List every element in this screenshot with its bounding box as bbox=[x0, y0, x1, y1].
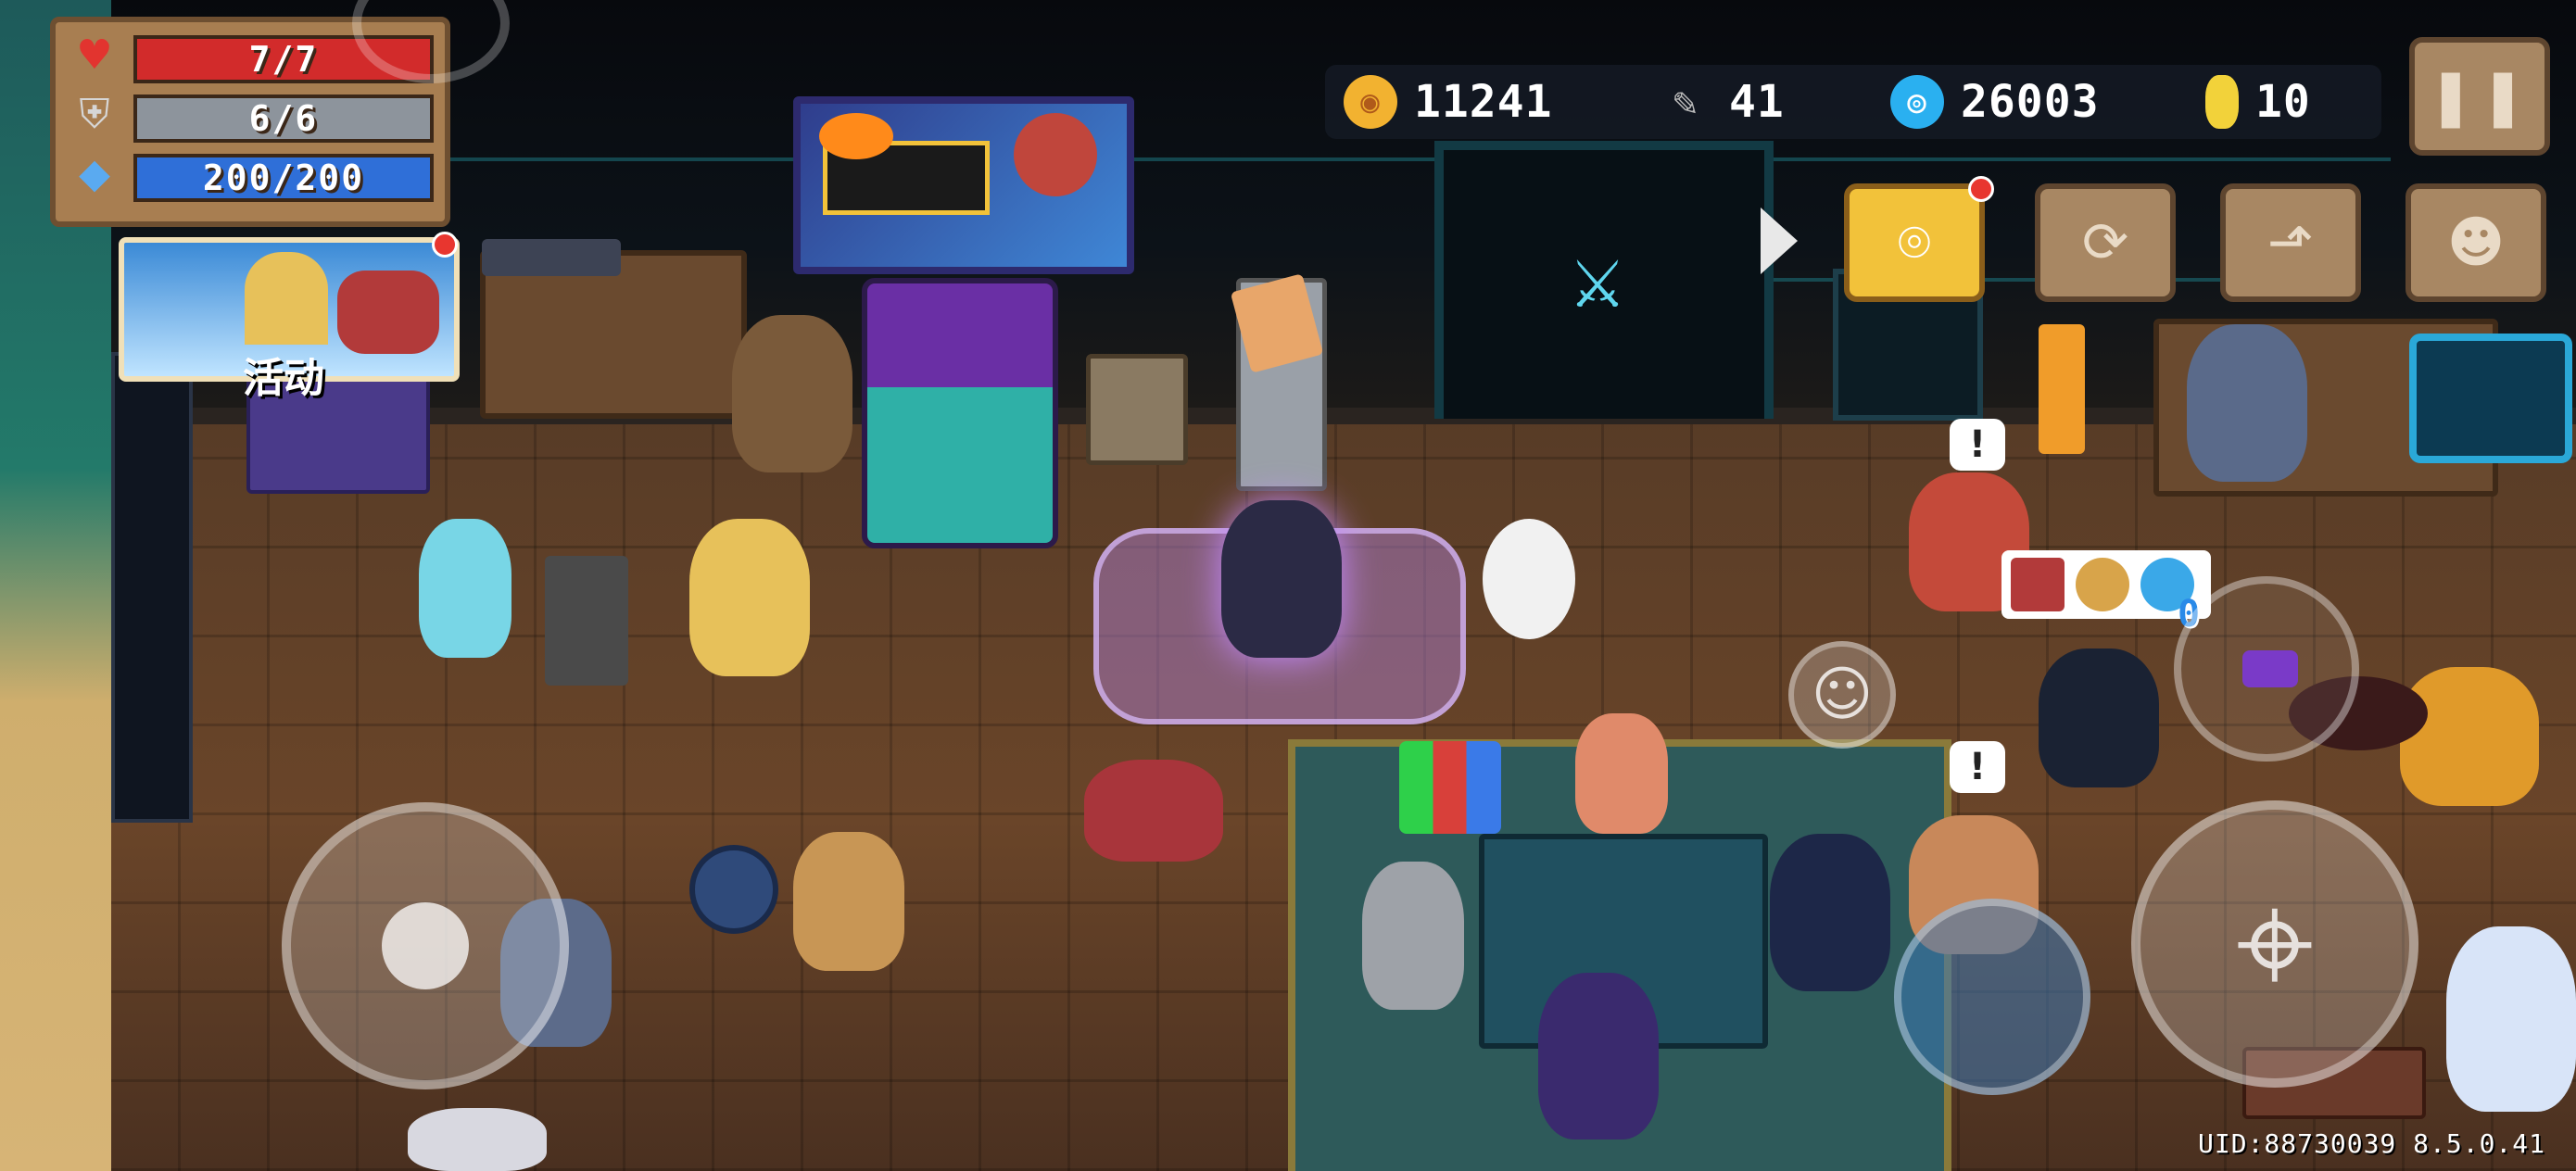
gold-value: 11241 bbox=[1414, 76, 1553, 128]
feather-icon: ✎ bbox=[1673, 78, 1698, 126]
crossed-swords-icon: ⚔ bbox=[1568, 246, 1627, 322]
blue-gem-icon: ◎ bbox=[1890, 75, 1944, 129]
token-counter: 10 bbox=[2205, 74, 2311, 130]
heart-icon: ♥ bbox=[76, 31, 113, 79]
storage-chest[interactable] bbox=[1086, 354, 1188, 465]
scarecrow-npc[interactable] bbox=[732, 315, 852, 472]
token-value: 10 bbox=[2255, 76, 2311, 128]
maid-npc[interactable] bbox=[689, 519, 810, 676]
miner-npc[interactable] bbox=[2400, 667, 2539, 806]
wall-neon-lines bbox=[445, 157, 2391, 161]
event-gate-art bbox=[245, 252, 328, 345]
redhead-npc[interactable] bbox=[1575, 713, 1668, 834]
feather-value: 41 bbox=[1729, 76, 1785, 128]
bottom-left-npc[interactable] bbox=[408, 1108, 547, 1171]
police-npc[interactable] bbox=[2039, 648, 2159, 787]
gem-counter: ◎ 26003 bbox=[1890, 74, 2100, 130]
refresh-icon: ⟳ bbox=[2081, 210, 2129, 275]
battle-portal[interactable]: ⚔ bbox=[1434, 141, 1774, 419]
aim-button[interactable]: ⌖ bbox=[2131, 800, 2418, 1088]
hooded-assassin-npc[interactable] bbox=[1538, 973, 1659, 1140]
emote-button[interactable]: ☺ bbox=[1788, 641, 1896, 749]
white-hair-npc[interactable] bbox=[2446, 926, 2576, 1112]
profile-card-icon: ☻ bbox=[2446, 210, 2506, 275]
gacha-machine[interactable] bbox=[862, 278, 1058, 548]
gem-value: 26003 bbox=[1961, 76, 2100, 128]
event-characters bbox=[337, 271, 439, 354]
gun-poster bbox=[793, 96, 1134, 274]
feather-counter: ✎ 41 bbox=[1659, 74, 1785, 130]
event-label[interactable]: 活动 bbox=[243, 345, 324, 404]
signpost bbox=[2039, 324, 2085, 454]
sleeping-cat bbox=[482, 239, 621, 276]
gold-counter: ◉ 11241 bbox=[1344, 74, 1553, 130]
pause-icon: ❚❚ bbox=[2427, 64, 2532, 129]
skill-button[interactable] bbox=[1894, 899, 2090, 1095]
knight-shopkeeper-npc[interactable] bbox=[2187, 324, 2307, 482]
event-notification-dot bbox=[432, 232, 458, 258]
game-scene: ⚔ ! 0 ! ♥ 7/7 ⛨ 6/6 ◆ 200/200 活动 ◉ 11241… bbox=[0, 0, 2576, 1171]
energy-bar: 200/200 bbox=[133, 154, 434, 202]
location-notification-dot bbox=[1968, 176, 1994, 202]
pause-button[interactable]: ❚❚ bbox=[2409, 37, 2550, 156]
location-button[interactable]: ⌾ bbox=[1844, 183, 1985, 302]
portal-arrow-icon bbox=[1761, 208, 1798, 274]
lab-alert-bubble: ! bbox=[1950, 741, 2005, 793]
mouse-scientist-npc[interactable] bbox=[1362, 862, 1464, 1010]
poster-blast bbox=[819, 113, 893, 159]
snowman-npc[interactable] bbox=[1483, 519, 1575, 639]
bunny-girl-npc[interactable] bbox=[419, 519, 511, 658]
uid-version-text: UID:88730039 8.5.0.41 bbox=[2198, 1128, 2546, 1159]
stairs-icon: ⬏ bbox=[2267, 210, 2315, 275]
robot-monitor[interactable] bbox=[2409, 334, 2572, 463]
potion-tubes bbox=[1399, 741, 1501, 834]
left-pillar bbox=[111, 352, 193, 823]
weapon-gun-icon bbox=[2242, 650, 2298, 687]
bear-npc[interactable] bbox=[793, 832, 904, 971]
armor-bar: 6/6 bbox=[133, 94, 434, 143]
refresh-button[interactable]: ⟳ bbox=[2035, 183, 2176, 302]
smiley-icon: ☺ bbox=[1811, 661, 1874, 729]
joystick-knob[interactable] bbox=[382, 902, 469, 989]
burning-pet bbox=[1084, 760, 1223, 862]
player-character bbox=[1221, 500, 1342, 658]
cat-reward-icon bbox=[2076, 558, 2129, 611]
shield-icon: ⛨ bbox=[79, 91, 110, 138]
location-pin-icon: ⌾ bbox=[1898, 210, 1931, 275]
poster-character bbox=[1014, 113, 1097, 196]
token-icon bbox=[2205, 75, 2239, 129]
delivery-alert-bubble: ! bbox=[1950, 419, 2005, 471]
podium-sign[interactable] bbox=[545, 556, 628, 686]
diamond-icon: ◆ bbox=[79, 150, 110, 197]
profile-button[interactable]: ☻ bbox=[2406, 183, 2546, 302]
upgrade-button[interactable]: ⬏ bbox=[2220, 183, 2361, 302]
water-bowl bbox=[689, 845, 778, 934]
gold-coin-icon: ◉ bbox=[1344, 75, 1397, 129]
blonde-officer-npc[interactable] bbox=[1770, 834, 1890, 991]
chest-reward-icon bbox=[2011, 558, 2065, 611]
crosshair-icon: ⌖ bbox=[2235, 863, 2315, 1025]
